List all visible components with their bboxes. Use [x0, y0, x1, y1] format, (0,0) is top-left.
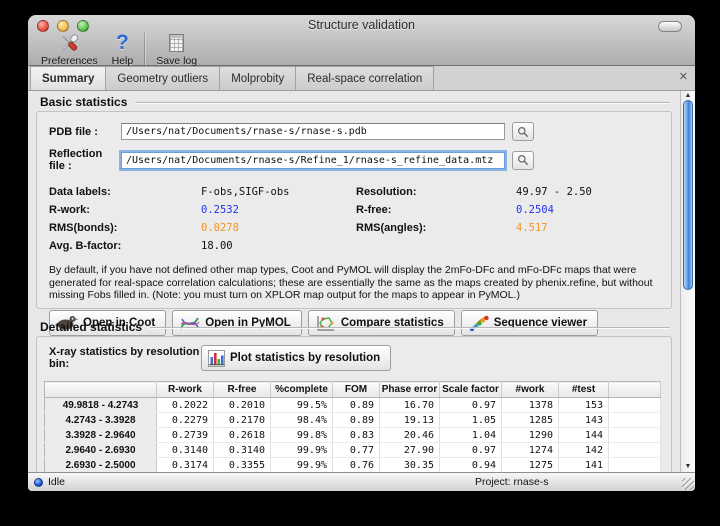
- r-work-label: R-work:: [49, 204, 201, 216]
- preferences-button[interactable]: Preferences: [34, 31, 105, 67]
- pdb-file-field[interactable]: [121, 123, 505, 140]
- header-phase-error[interactable]: Phase error: [380, 382, 440, 398]
- r-free-value: 0.2504: [516, 204, 659, 216]
- status-bar: Idle Project: rnase-s: [28, 472, 695, 491]
- browse-reflection-button[interactable]: [512, 151, 534, 170]
- rms-angles-label: RMS(angles):: [356, 222, 516, 234]
- search-icon: [517, 126, 529, 138]
- action-buttons-row: Open in Coot Open in PyMOL: [49, 310, 671, 336]
- tab-molprobity[interactable]: Molprobity: [219, 66, 296, 90]
- toolbar-toggle-button[interactable]: [658, 21, 682, 32]
- help-button[interactable]: ? Help: [105, 31, 141, 67]
- close-tab-icon[interactable]: ✕: [679, 70, 688, 84]
- tab-bar: Summary Geometry outliers Molprobity Rea…: [28, 66, 695, 91]
- resize-grip[interactable]: [682, 478, 694, 490]
- rms-bonds-label: RMS(bonds):: [49, 222, 201, 234]
- resolution-bin-row: X-ray statistics by resolution bin: Plot…: [49, 345, 671, 371]
- summary-stats-grid: Data labels: F-obs,SIGF-obs Resolution: …: [49, 183, 659, 255]
- resolution-label: Resolution:: [356, 186, 516, 198]
- header-fom[interactable]: FOM: [333, 382, 380, 398]
- scroll-down-icon[interactable]: ▼: [681, 463, 695, 470]
- avg-b-factor-value: 18.00: [201, 240, 356, 252]
- window-title: Structure validation: [28, 18, 695, 32]
- tab-geometry-outliers[interactable]: Geometry outliers: [105, 66, 220, 90]
- header-complete[interactable]: %complete: [271, 382, 333, 398]
- table-row[interactable]: 2.9640 - 2.6930 0.3140 0.3140 99.9% 0.77…: [45, 443, 661, 458]
- basic-statistics-panel: PDB file : Reflection file :: [36, 111, 672, 309]
- save-log-button[interactable]: Save log: [149, 31, 204, 67]
- scrollbar-thumb[interactable]: [683, 100, 693, 290]
- project-label: Project: rnase-s: [475, 476, 549, 488]
- table-row[interactable]: 2.6930 - 2.5000 0.3174 0.3355 99.9% 0.76…: [45, 458, 661, 473]
- table-row[interactable]: 3.3928 - 2.9640 0.2739 0.2618 99.8% 0.83…: [45, 428, 661, 443]
- browse-pdb-button[interactable]: [512, 122, 534, 141]
- rms-angles-value: 4.517: [516, 222, 659, 234]
- sequence-beads-icon: [468, 314, 489, 332]
- status-text: Idle: [48, 476, 65, 488]
- table-row[interactable]: 4.2743 - 3.3928 0.2279 0.2170 98.4% 0.89…: [45, 413, 661, 428]
- data-labels-value: F-obs,SIGF-obs: [201, 186, 356, 198]
- resolution-bin-label: X-ray statistics by resolution bin:: [49, 346, 201, 370]
- rms-bonds-value: 0.0278: [201, 222, 356, 234]
- bar-chart-icon: [208, 350, 225, 367]
- preferences-icon: [57, 31, 82, 54]
- resolution-stats-table[interactable]: R-work R-free %complete FOM Phase error …: [44, 381, 661, 472]
- pymol-ribbon-icon: [179, 314, 200, 332]
- pdb-file-row: PDB file :: [49, 122, 659, 141]
- toolbar: Preferences ? Help Save log: [34, 31, 204, 67]
- toolbar-divider: [144, 32, 145, 66]
- sequence-viewer-button[interactable]: Sequence viewer: [461, 310, 598, 336]
- map-note-text: By default, if you have not defined othe…: [49, 264, 661, 302]
- header-r-free[interactable]: R-free: [214, 382, 271, 398]
- avg-b-factor-label: Avg. B-factor:: [49, 240, 201, 252]
- detailed-statistics-panel: X-ray statistics by resolution bin: Plot…: [36, 336, 672, 472]
- table-row[interactable]: 49.9818 - 4.2743 0.2022 0.2010 99.5% 0.8…: [45, 398, 661, 413]
- compare-plot-icon: [315, 314, 336, 332]
- titlebar: Structure validation P: [28, 15, 695, 66]
- open-in-pymol-button[interactable]: Open in PyMOL: [172, 310, 302, 336]
- r-free-label: R-free:: [356, 204, 516, 216]
- content-area: Basic statistics PDB file : Reflection f: [28, 91, 695, 472]
- reflection-file-row: Reflection file :: [49, 148, 659, 172]
- resolution-value: 49.97 - 2.50: [516, 186, 659, 198]
- scroll-up-icon[interactable]: ▲: [681, 92, 695, 99]
- plot-statistics-button[interactable]: Plot statistics by resolution: [201, 345, 391, 371]
- header-r-work[interactable]: R-work: [157, 382, 214, 398]
- header-range[interactable]: [45, 382, 157, 398]
- reflection-file-label: Reflection file :: [49, 148, 121, 172]
- compare-statistics-button[interactable]: Compare statistics: [308, 310, 455, 336]
- save-log-icon: [169, 31, 184, 54]
- vertical-scrollbar[interactable]: ▲ ▼: [680, 91, 695, 472]
- table-header-row: R-work R-free %complete FOM Phase error …: [45, 382, 661, 398]
- scroll-area: Basic statistics PDB file : Reflection f: [28, 91, 680, 472]
- status-led-icon: [34, 478, 43, 487]
- header-scale-factor[interactable]: Scale factor: [440, 382, 502, 398]
- tab-summary[interactable]: Summary: [30, 66, 106, 90]
- header-test[interactable]: #test: [559, 382, 609, 398]
- pdb-file-label: PDB file :: [49, 126, 121, 138]
- basic-statistics-heading: Basic statistics: [40, 95, 670, 109]
- header-work[interactable]: #work: [502, 382, 559, 398]
- search-icon: [517, 154, 529, 166]
- data-labels-label: Data labels:: [49, 186, 201, 198]
- r-work-value: 0.2532: [201, 204, 356, 216]
- help-icon: ?: [116, 31, 129, 54]
- reflection-file-field[interactable]: [121, 152, 505, 169]
- tab-real-space-correlation[interactable]: Real-space correlation: [295, 66, 434, 90]
- structure-validation-window: Structure validation P: [28, 15, 695, 491]
